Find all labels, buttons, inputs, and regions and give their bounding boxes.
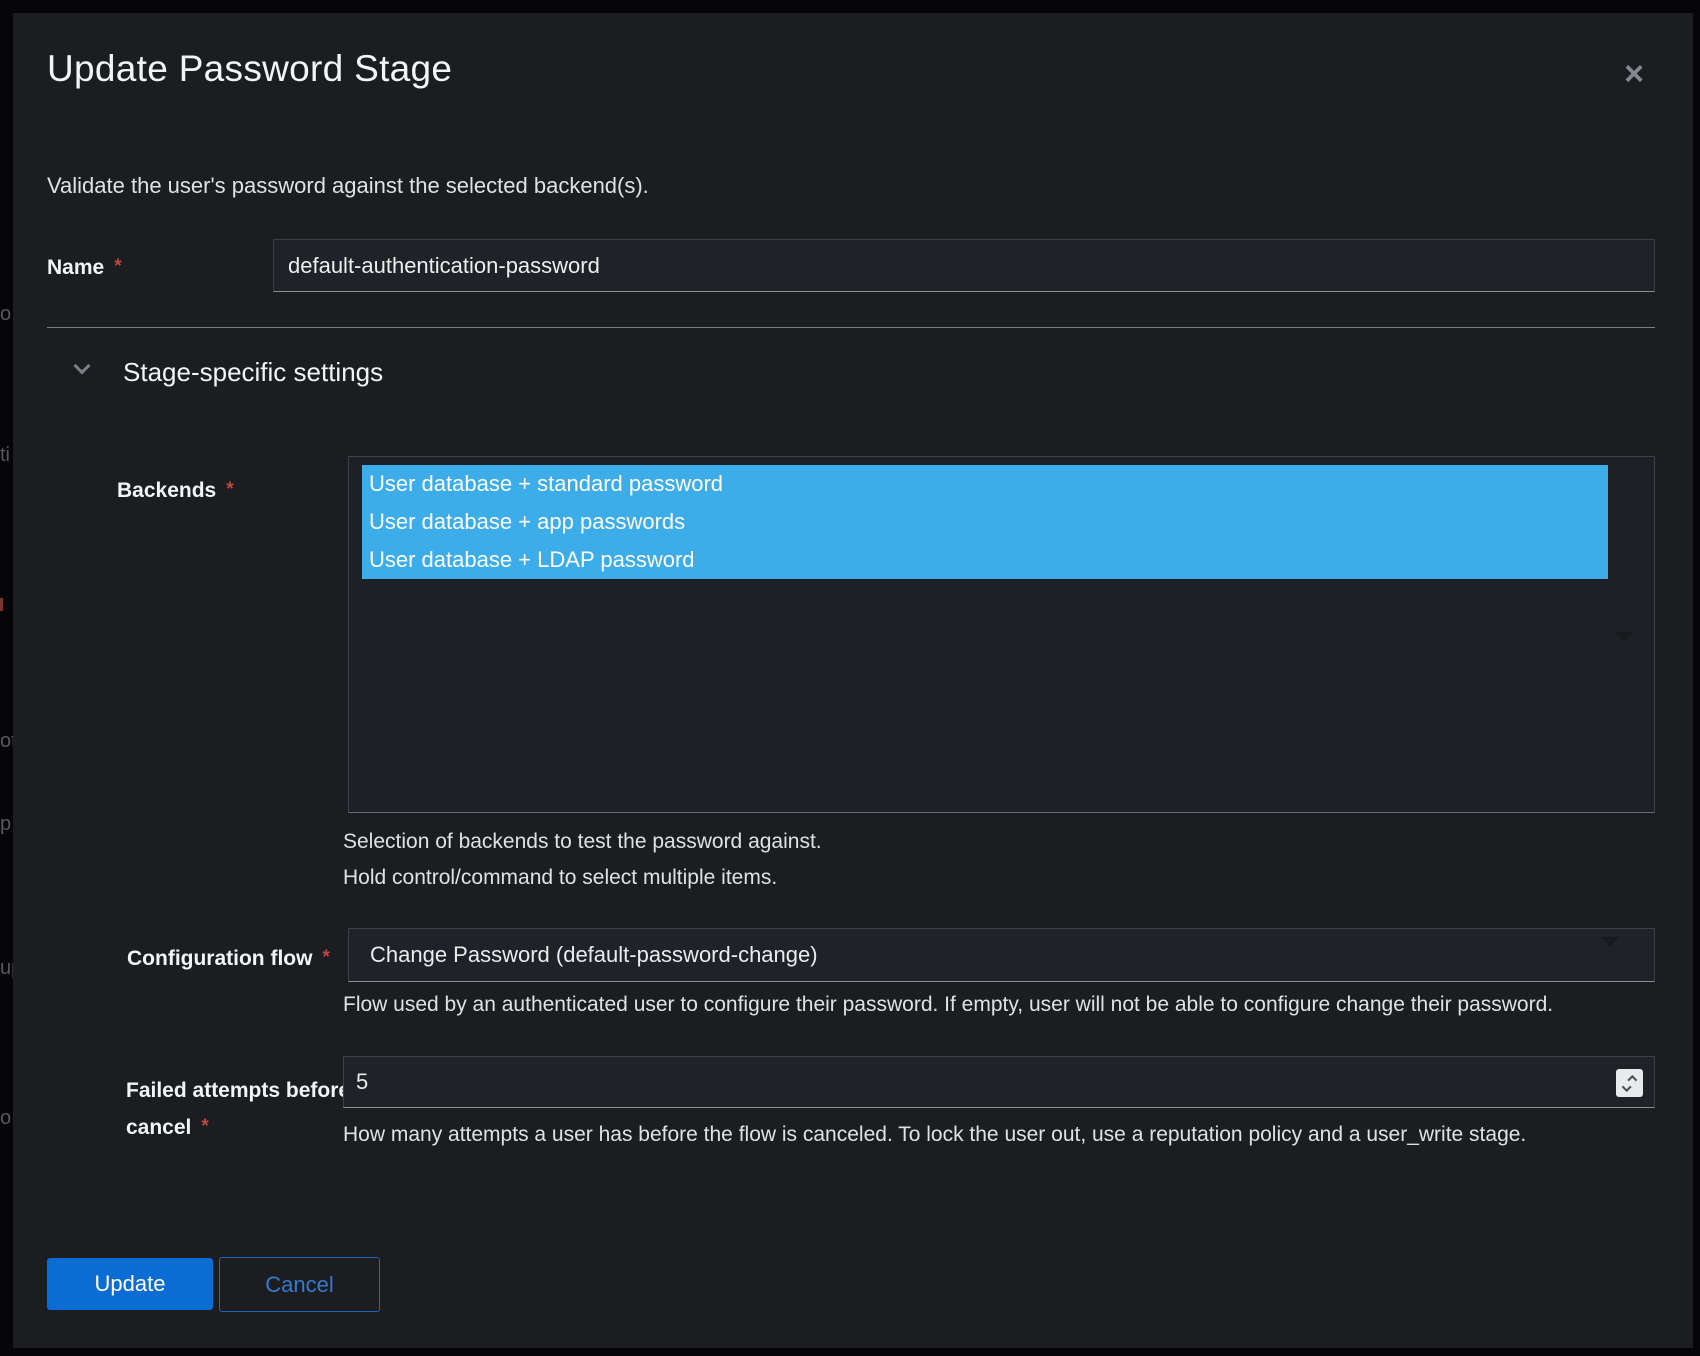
backends-option[interactable]: User database + standard password [362,465,1608,503]
modal-description: Validate the user's password against the… [47,173,649,199]
section-divider [47,327,1655,328]
backends-help: Hold control/command to select multiple … [343,866,777,890]
backends-listbox[interactable]: User database + standard password User d… [348,456,1655,813]
backdrop-red-mark [0,598,3,611]
spinner-up-icon[interactable] [1627,1074,1637,1084]
backdrop-fragment: up [0,957,14,980]
stage-settings-expander[interactable]: Stage-specific settings [53,345,453,397]
failed-attempts-label-line1: Failed attempts before [126,1079,350,1102]
backends-option[interactable]: User database + LDAP password [362,541,1608,579]
backends-label: Backends * [117,477,234,504]
failed-attempts-label-line2: cancel * [126,1109,376,1146]
required-asterisk: * [322,947,329,968]
backends-label-text: Backends [117,479,216,502]
select-caret-icon [1601,937,1619,947]
configuration-flow-help: Flow used by an authenticated user to co… [343,993,1553,1017]
update-button[interactable]: Update [47,1258,213,1310]
chevron-down-icon [74,358,91,375]
failed-attempts-label-line2-text: cancel [126,1116,191,1139]
configuration-flow-value: Change Password (default-password-change… [370,929,818,981]
required-asterisk: * [201,1116,208,1137]
page-title: Update Password Stage [47,48,452,90]
backdrop-fragment: p [0,813,14,836]
cancel-button[interactable]: Cancel [219,1257,380,1312]
backends-help: Selection of backends to test the passwo… [343,830,822,854]
failed-attempts-help: How many attempts a user has before the … [343,1123,1526,1147]
required-asterisk: * [114,256,121,277]
number-spinner[interactable] [1616,1069,1643,1097]
name-input[interactable] [273,239,1655,292]
backdrop-fragment: o [0,1107,14,1130]
select-caret-icon [1615,632,1633,642]
failed-attempts-label: Failed attempts before cancel * [126,1073,376,1146]
configuration-flow-label: Configuration flow * [127,945,330,972]
stage-settings-title: Stage-specific settings [123,357,383,388]
update-password-stage-dialog: Update Password Stage × Validate the use… [13,13,1693,1348]
configuration-flow-label-text: Configuration flow [127,947,312,970]
required-asterisk: * [226,479,233,500]
backends-option[interactable]: User database + app passwords [362,503,1608,541]
close-icon: × [1624,57,1644,91]
name-label: Name * [47,254,122,281]
backdrop-fragment: o [0,303,14,326]
configuration-flow-select[interactable]: Change Password (default-password-change… [348,928,1655,982]
backdrop-fragment: ti [0,444,14,467]
failed-attempts-input[interactable] [343,1056,1655,1108]
name-label-text: Name [47,256,104,279]
backdrop-fragment: ot [0,730,14,753]
close-button[interactable]: × [1612,52,1656,96]
